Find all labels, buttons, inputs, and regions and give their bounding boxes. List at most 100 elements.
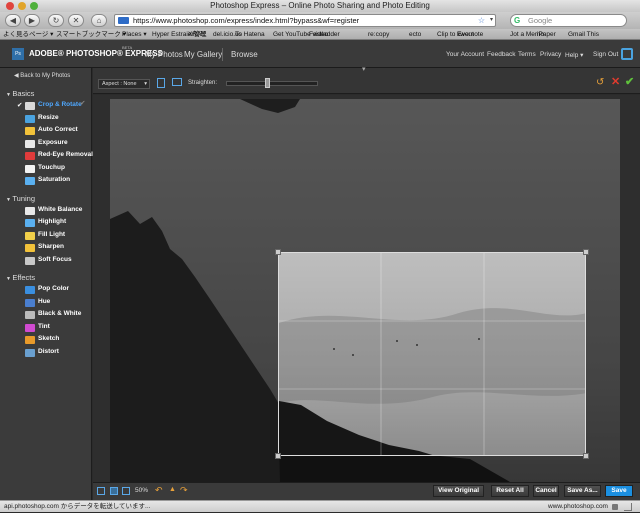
bookmark-item[interactable]: To Hatena: [235, 29, 265, 39]
bird: [396, 340, 398, 342]
distort-icon: [25, 348, 35, 357]
section-effects[interactable]: ▼ Effects: [6, 273, 35, 282]
resize-grip-icon[interactable]: [624, 503, 632, 511]
straighten-slider-handle[interactable]: [265, 78, 271, 88]
bookmark-item[interactable]: Gmail This: [568, 29, 599, 39]
fill-light-icon: [25, 231, 35, 240]
zoom-window-icon[interactable]: [30, 2, 38, 10]
crop-handle-bottom-left[interactable]: [275, 453, 281, 459]
tool-resize[interactable]: Resize: [38, 114, 59, 121]
tool-red-eye-removal[interactable]: Red-Eye Removal: [38, 151, 93, 158]
crop-handle-top-left[interactable]: [275, 249, 281, 255]
link-help[interactable]: Help ▾: [565, 51, 583, 59]
google-icon[interactable]: G: [514, 15, 520, 26]
straighten-label: Straighten:: [188, 80, 218, 86]
bookmark-item[interactable]: よく見るページ ▾: [3, 29, 53, 39]
home-icon[interactable]: ⌂: [91, 14, 107, 27]
tool-fill-light[interactable]: Fill Light: [38, 231, 65, 238]
rotate-left-icon[interactable]: [157, 78, 165, 88]
tool-highlight[interactable]: Highlight: [38, 218, 66, 225]
zoom-view-icon[interactable]: [122, 487, 130, 495]
section-label: Tuning: [12, 193, 35, 203]
tool-auto-correct[interactable]: Auto Correct: [38, 126, 78, 133]
link-sign-out[interactable]: Sign Out: [593, 51, 618, 58]
undo-icon[interactable]: ↶: [155, 485, 163, 496]
crop-box[interactable]: [278, 252, 586, 456]
section-done-icon: ✔: [80, 100, 86, 107]
bird: [416, 344, 418, 346]
cancel-crop-icon[interactable]: ✕: [611, 77, 620, 88]
url-dropdown-icon[interactable]: ▾: [490, 15, 493, 26]
tool-sharpen[interactable]: Sharpen: [38, 243, 64, 250]
bookmark-item[interactable]: re:copy: [368, 29, 389, 39]
bookmark-item[interactable]: ecto: [409, 29, 421, 39]
link-your-account[interactable]: Your Account: [446, 51, 484, 58]
stop-icon[interactable]: ✕: [68, 14, 84, 27]
link-terms[interactable]: Terms: [518, 51, 536, 58]
save-button[interactable]: Save: [605, 485, 633, 497]
status-domain: www.photoshop.com: [548, 503, 608, 510]
crop-handle-top-right[interactable]: [583, 249, 589, 255]
cancel-button[interactable]: Cancel: [533, 485, 559, 497]
crop-handle-bottom-right[interactable]: [583, 453, 589, 459]
soft-focus-icon: [25, 256, 35, 265]
tool-black-white[interactable]: Black & White: [38, 310, 81, 317]
link-feedback[interactable]: Feedback: [487, 51, 516, 58]
close-window-icon[interactable]: [6, 2, 14, 10]
cloud-band: [279, 308, 585, 404]
bookmark-item[interactable]: XRAY: [188, 29, 205, 39]
tool-distort[interactable]: Distort: [38, 348, 59, 355]
tool-hue[interactable]: Hue: [38, 298, 50, 305]
save-as-button[interactable]: Save As...: [564, 485, 601, 497]
undo-crop-icon[interactable]: ↺: [596, 78, 604, 88]
section-basics[interactable]: ▼ Basics: [6, 89, 34, 98]
link-privacy[interactable]: Privacy: [540, 51, 561, 58]
tool-tint[interactable]: Tint: [38, 323, 50, 330]
tool-sketch[interactable]: Sketch: [38, 335, 59, 342]
bookmark-item[interactable]: kwout: [457, 29, 474, 39]
rotate-right-icon[interactable]: [172, 78, 182, 86]
collapse-toolbar-icon[interactable]: ▾: [362, 65, 366, 73]
search-input[interactable]: G Google: [510, 14, 627, 27]
lock-icon: [612, 504, 618, 510]
sketch-icon: [25, 336, 35, 344]
tool-white-balance[interactable]: White Balance: [38, 206, 82, 213]
bookmark-item[interactable]: スマートブックマーク ▾: [56, 29, 126, 39]
aspect-select[interactable]: Aspect : None ▾: [98, 79, 150, 89]
actual-size-icon[interactable]: [110, 487, 118, 495]
tool-saturation[interactable]: Saturation: [38, 176, 70, 183]
nav-my-gallery[interactable]: My Gallery: [184, 50, 222, 59]
black-white-icon: [25, 311, 35, 319]
apply-crop-icon[interactable]: ✔: [625, 77, 634, 88]
section-label: Effects: [12, 273, 36, 282]
bookmark-item[interactable]: iPaper: [537, 29, 556, 39]
back-icon[interactable]: ◀: [5, 14, 21, 27]
status-text: api.photoshop.com からデータを転送しています...: [4, 503, 151, 510]
section-tuning[interactable]: ▼ Tuning: [6, 194, 35, 203]
tool-exposure[interactable]: Exposure: [38, 139, 68, 146]
back-to-my-photos[interactable]: ◀ Back to My Photos: [14, 72, 70, 79]
tool-crop-rotate[interactable]: Crop & Rotate: [38, 101, 82, 108]
bookmark-item[interactable]: Places ▾: [122, 29, 147, 39]
forward-icon[interactable]: ▶: [24, 14, 40, 27]
tool-touchup[interactable]: Touchup: [38, 164, 65, 171]
history-icon[interactable]: ▲: [169, 486, 176, 493]
view-original-button[interactable]: View Original: [433, 485, 484, 497]
tool-pop-color[interactable]: Pop Color: [38, 285, 69, 292]
redo-icon[interactable]: ↷: [180, 485, 188, 496]
tool-soft-focus[interactable]: Soft Focus: [38, 256, 72, 263]
active-check-icon: ✔: [17, 102, 23, 109]
fullscreen-icon[interactable]: [621, 48, 633, 60]
fit-view-icon[interactable]: [97, 487, 105, 495]
reset-all-button[interactable]: Reset All: [491, 485, 529, 497]
url-input[interactable]: https://www.photoshop.com/express/index.…: [114, 14, 496, 27]
nav-browse[interactable]: Browse: [231, 50, 258, 59]
bookmark-item[interactable]: Fastladder: [309, 29, 340, 39]
bookmark-star-icon[interactable]: ☆: [478, 15, 485, 26]
auto-correct-icon: [25, 127, 35, 135]
reload-icon[interactable]: ↻: [48, 14, 64, 27]
nav-my-photos[interactable]: My Photos: [145, 50, 183, 59]
minimize-window-icon[interactable]: [18, 2, 26, 10]
straighten-slider[interactable]: [226, 81, 318, 86]
site-identity-icon[interactable]: [118, 17, 129, 24]
